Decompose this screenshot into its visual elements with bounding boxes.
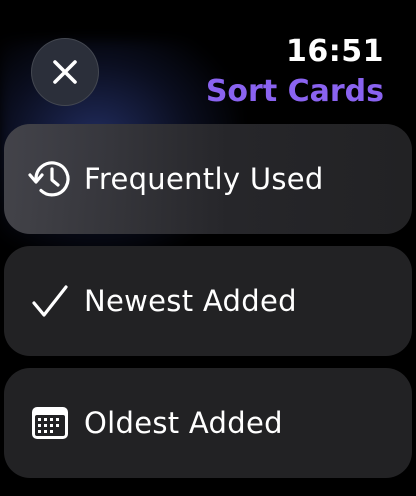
calendar-icon	[26, 399, 74, 447]
history-icon	[26, 155, 74, 203]
close-icon	[53, 60, 77, 84]
clock-time: 16:51	[286, 34, 384, 69]
option-label: Oldest Added	[84, 406, 283, 440]
option-oldest-added[interactable]: Oldest Added	[4, 368, 412, 478]
option-label: Frequently Used	[84, 162, 324, 196]
close-button[interactable]	[31, 38, 99, 106]
option-frequently-used[interactable]: Frequently Used	[4, 124, 412, 234]
page-title: Sort Cards	[205, 74, 384, 109]
checkmark-icon	[26, 277, 74, 325]
option-label: Newest Added	[84, 284, 297, 318]
option-newest-added[interactable]: Newest Added	[4, 246, 412, 356]
